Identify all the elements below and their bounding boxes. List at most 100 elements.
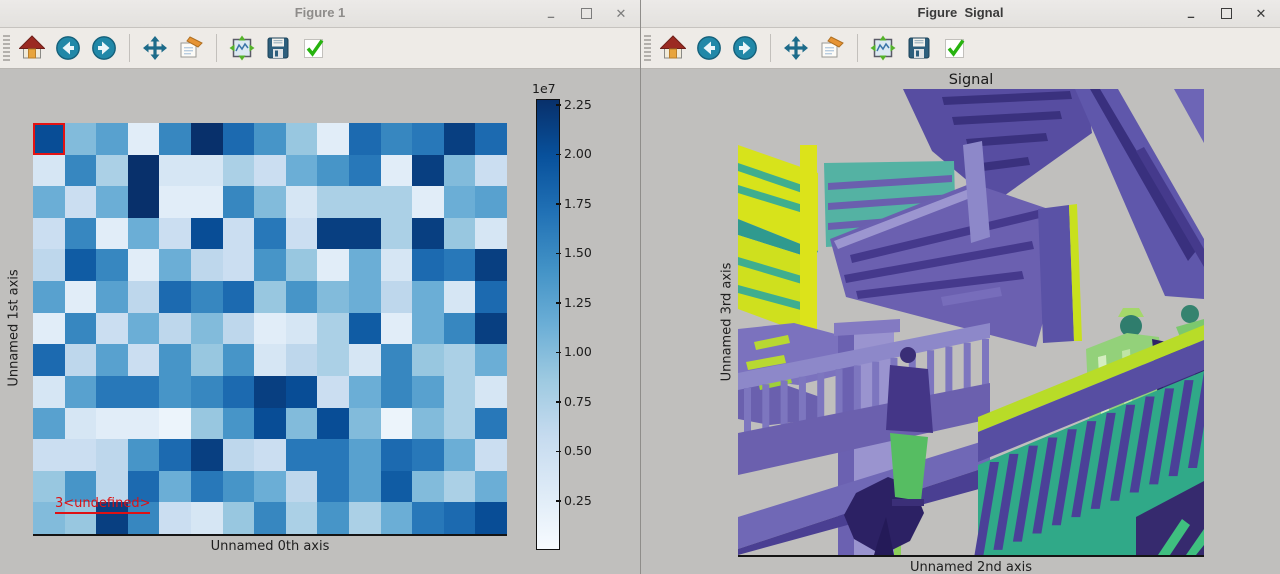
back-button[interactable] [694, 33, 724, 63]
heatmap-cell[interactable] [223, 123, 255, 155]
heatmap-cell[interactable] [349, 376, 381, 408]
heatmap-cell[interactable] [381, 123, 413, 155]
heatmap-cell[interactable] [128, 408, 160, 440]
heatmap-cell[interactable] [33, 155, 65, 187]
forward-button[interactable] [730, 33, 760, 63]
heatmap-cell[interactable] [254, 186, 286, 218]
heatmap-cell[interactable] [286, 186, 318, 218]
heatmap-cell[interactable] [159, 376, 191, 408]
heatmap-cell[interactable] [65, 186, 97, 218]
heatmap-cell[interactable] [349, 155, 381, 187]
check-button[interactable] [940, 33, 970, 63]
maximize-button[interactable] [1215, 3, 1237, 25]
heatmap-plot[interactable] [33, 123, 507, 534]
heatmap-cell[interactable] [286, 218, 318, 250]
heatmap-cell[interactable] [65, 376, 97, 408]
toolbar-grip-handle[interactable] [644, 35, 651, 61]
heatmap-cell[interactable] [33, 186, 65, 218]
heatmap-cell[interactable] [128, 313, 160, 345]
heatmap-cell[interactable] [96, 408, 128, 440]
heatmap-cell[interactable] [96, 123, 128, 155]
heatmap-cell[interactable] [286, 281, 318, 313]
heatmap-cell[interactable] [254, 281, 286, 313]
heatmap-cell[interactable] [381, 313, 413, 345]
heatmap-cell[interactable] [128, 376, 160, 408]
heatmap-cell[interactable] [412, 123, 444, 155]
heatmap-cell[interactable] [128, 218, 160, 250]
heatmap-cell[interactable] [159, 471, 191, 503]
heatmap-cell[interactable] [475, 376, 507, 408]
heatmap-cell[interactable] [444, 408, 476, 440]
heatmap-cell[interactable] [33, 281, 65, 313]
heatmap-cell[interactable] [381, 186, 413, 218]
heatmap-cell[interactable] [159, 344, 191, 376]
heatmap-cell[interactable] [349, 502, 381, 534]
heatmap-cell[interactable] [317, 376, 349, 408]
heatmap-cell[interactable] [412, 471, 444, 503]
close-button[interactable]: ✕ [1250, 3, 1272, 25]
heatmap-cell[interactable] [96, 376, 128, 408]
heatmap-cell[interactable] [191, 218, 223, 250]
pan-button[interactable] [140, 33, 170, 63]
figure-canvas[interactable]: Signal Unnamed 3rd axis Unnamed 2nd axis [641, 69, 1280, 574]
heatmap-cell[interactable] [317, 344, 349, 376]
heatmap-cell[interactable] [33, 218, 65, 250]
heatmap-cell[interactable] [223, 471, 255, 503]
heatmap-cell[interactable] [444, 281, 476, 313]
fit-plot-button[interactable] [868, 33, 898, 63]
heatmap-cell[interactable] [33, 376, 65, 408]
heatmap-cell[interactable] [412, 439, 444, 471]
heatmap-cell[interactable] [254, 313, 286, 345]
heatmap-cell[interactable] [159, 123, 191, 155]
save-button[interactable] [263, 33, 293, 63]
heatmap-cell[interactable] [159, 439, 191, 471]
heatmap-cell[interactable] [475, 471, 507, 503]
heatmap-cell[interactable] [254, 123, 286, 155]
heatmap-cell[interactable] [475, 281, 507, 313]
heatmap-cell[interactable] [33, 313, 65, 345]
minimize-button[interactable]: – [1180, 3, 1202, 25]
heatmap-cell[interactable] [96, 218, 128, 250]
heatmap-cell[interactable] [381, 408, 413, 440]
heatmap-cell[interactable] [317, 123, 349, 155]
home-button[interactable] [658, 33, 688, 63]
heatmap-cell[interactable] [191, 376, 223, 408]
heatmap-cell[interactable] [317, 281, 349, 313]
heatmap-cell[interactable] [159, 186, 191, 218]
heatmap-cell[interactable] [381, 502, 413, 534]
heatmap-cell[interactable] [444, 123, 476, 155]
heatmap-cell[interactable] [191, 471, 223, 503]
heatmap-cell[interactable] [33, 249, 65, 281]
heatmap-cell[interactable] [223, 281, 255, 313]
heatmap-cell[interactable] [223, 439, 255, 471]
heatmap-cell[interactable] [191, 155, 223, 187]
heatmap-cell[interactable] [254, 344, 286, 376]
heatmap-cell[interactable] [65, 408, 97, 440]
heatmap-cell[interactable] [286, 313, 318, 345]
check-button[interactable] [299, 33, 329, 63]
heatmap-cell[interactable] [317, 408, 349, 440]
heatmap-cell[interactable] [159, 155, 191, 187]
heatmap-cell[interactable] [33, 408, 65, 440]
heatmap-cell[interactable] [349, 218, 381, 250]
heatmap-cell[interactable] [254, 218, 286, 250]
heatmap-cell[interactable] [349, 313, 381, 345]
heatmap-cell[interactable] [191, 123, 223, 155]
heatmap-cell[interactable] [412, 313, 444, 345]
heatmap-cell[interactable] [191, 281, 223, 313]
edit-plot-button[interactable] [817, 33, 847, 63]
heatmap-cell[interactable] [381, 439, 413, 471]
heatmap-cell[interactable] [286, 249, 318, 281]
heatmap-cell[interactable] [128, 439, 160, 471]
heatmap-cell[interactable] [96, 439, 128, 471]
heatmap-cell[interactable] [65, 155, 97, 187]
heatmap-cell[interactable] [223, 155, 255, 187]
heatmap-cell[interactable] [412, 155, 444, 187]
heatmap-cell[interactable] [223, 408, 255, 440]
heatmap-cell[interactable] [286, 502, 318, 534]
heatmap-cell[interactable] [191, 249, 223, 281]
heatmap-cell[interactable] [475, 408, 507, 440]
heatmap-cell[interactable] [349, 408, 381, 440]
heatmap-cell[interactable] [96, 186, 128, 218]
heatmap-cell[interactable] [444, 155, 476, 187]
